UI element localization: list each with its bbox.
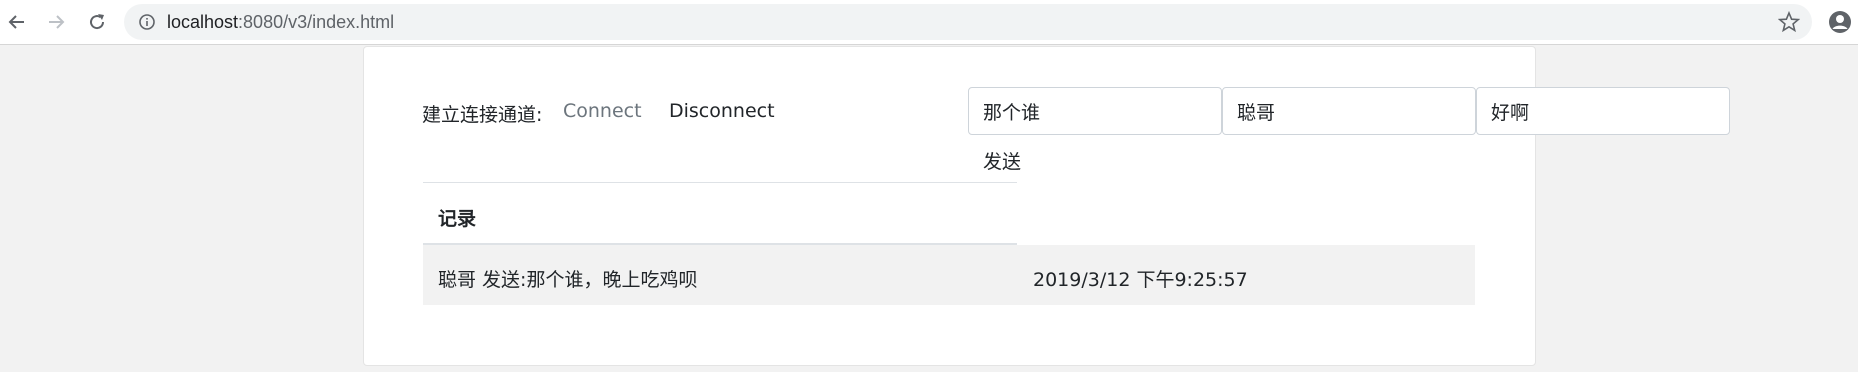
back-button[interactable] [4, 9, 30, 35]
arrow-left-icon [8, 15, 24, 29]
star-icon[interactable] [1778, 11, 1800, 33]
sender-input[interactable] [1222, 87, 1476, 135]
reload-icon [90, 14, 105, 30]
address-bar[interactable]: localhost:8080/v3/index.html [124, 4, 1812, 40]
url-path: :8080/v3/index.html [238, 12, 395, 32]
connection-label: 建立连接通道: [422, 104, 543, 126]
reload-button[interactable] [84, 9, 110, 35]
account-icon[interactable] [1828, 10, 1852, 34]
message-input[interactable] [1476, 87, 1730, 135]
connect-button[interactable]: Connect [563, 100, 642, 122]
record-message: 聪哥 发送:那个谁，晚上吃鸡呗 [438, 269, 698, 291]
send-button[interactable]: 发送 [983, 147, 1021, 174]
disconnect-button[interactable]: Disconnect [669, 100, 775, 122]
table-top-divider [423, 182, 1017, 183]
arrow-right-icon [49, 15, 65, 29]
info-icon[interactable] [138, 13, 156, 31]
forward-button[interactable] [43, 9, 69, 35]
browser-toolbar: localhost:8080/v3/index.html [0, 0, 1858, 45]
url-text: localhost:8080/v3/index.html [167, 4, 394, 40]
record-time: 2019/3/12 下午9:25:57 [1033, 269, 1248, 291]
target-user-input[interactable] [968, 87, 1222, 135]
records-header: 记录 [438, 208, 477, 230]
url-host: localhost [167, 12, 239, 32]
